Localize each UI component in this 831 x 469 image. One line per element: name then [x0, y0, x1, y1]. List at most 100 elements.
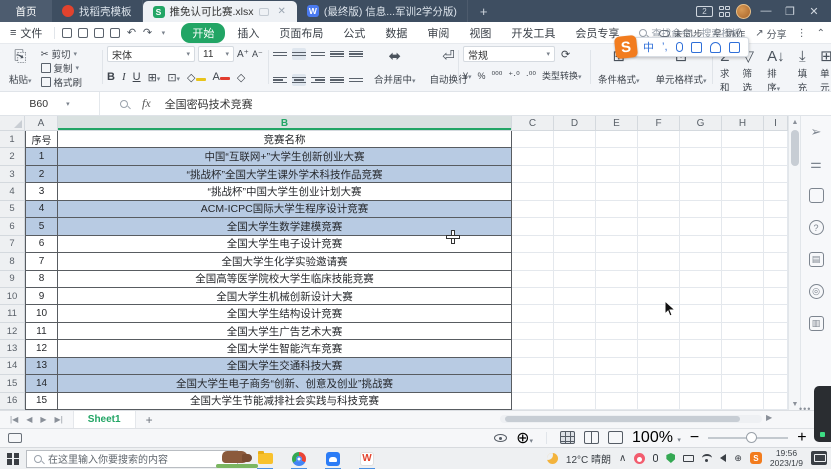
cell-D1[interactable] — [554, 131, 596, 148]
row-header-2[interactable]: 2 — [0, 148, 25, 165]
cell-H8[interactable] — [722, 253, 764, 270]
cell-G13[interactable] — [680, 340, 722, 357]
close-button[interactable]: ✕ — [805, 3, 823, 19]
word-document-tab[interactable]: W (最终版) 信息...军训2学分版) — [297, 0, 468, 22]
row-header-3[interactable]: 3 — [0, 166, 25, 183]
cell-B6[interactable]: 全国大学生数学建模竞赛 — [58, 218, 512, 235]
cell-F13[interactable] — [638, 340, 680, 357]
cell-B15[interactable]: 全国大学生电子商务“创新、创意及创业”挑战赛 — [58, 375, 512, 392]
percent-button[interactable]: % — [478, 71, 486, 81]
tab-view[interactable]: 视图 — [461, 23, 499, 43]
row-header-12[interactable]: 12 — [0, 323, 25, 340]
cell-I5[interactable] — [764, 201, 788, 218]
orientation-icon[interactable] — [349, 74, 363, 86]
merge-center-button[interactable]: ⬌ 合并居中▾ — [371, 46, 419, 88]
row-header-8[interactable]: 8 — [0, 253, 25, 270]
cell-D2[interactable] — [554, 148, 596, 165]
cell-C2[interactable] — [512, 148, 554, 165]
baidu-netdisk-icon[interactable] — [322, 448, 344, 469]
cell-C8[interactable] — [512, 253, 554, 270]
cell-C7[interactable] — [512, 236, 554, 253]
wifi-icon[interactable] — [702, 454, 712, 462]
docer-template-tab[interactable]: 找稻壳模板 — [52, 0, 143, 22]
align-top-icon[interactable] — [273, 48, 287, 60]
type-convert-button[interactable]: 类型转换▾ — [542, 69, 582, 82]
draw-border-button[interactable]: ⊡▾ — [167, 71, 180, 84]
help-icon[interactable]: ? — [809, 220, 824, 235]
cell-C3[interactable] — [512, 166, 554, 183]
cell-C12[interactable] — [512, 323, 554, 340]
ime-skin-icon[interactable] — [710, 42, 721, 53]
cell-E3[interactable] — [596, 166, 638, 183]
ime-mic-icon[interactable] — [676, 42, 683, 52]
cell-G10[interactable] — [680, 288, 722, 305]
cell-G8[interactable] — [680, 253, 722, 270]
row-header-5[interactable]: 5 — [0, 201, 25, 218]
export-icon[interactable] — [75, 26, 91, 40]
row-header-4[interactable]: 4 — [0, 183, 25, 200]
tab-data[interactable]: 数据 — [377, 23, 415, 43]
cell-A2[interactable]: 1 — [25, 148, 58, 165]
add-sheet-button[interactable]: + — [136, 413, 163, 427]
cell-G11[interactable] — [680, 305, 722, 322]
cell-H10[interactable] — [722, 288, 764, 305]
cell-E14[interactable] — [596, 358, 638, 375]
tab-insert[interactable]: 插入 — [229, 23, 267, 43]
search-highlight-animal[interactable] — [216, 448, 258, 468]
collapse-ribbon-icon[interactable]: ⌃ — [817, 28, 825, 39]
taskbar-search-input[interactable]: 在这里输入你要搜索的内容 — [26, 450, 238, 468]
recorder-icon[interactable]: ⊕▾ — [516, 428, 533, 448]
font-increase-icon[interactable]: A⁺ — [237, 49, 249, 60]
type-convert-icon[interactable]: ⟳ — [561, 48, 570, 61]
column-header-I[interactable]: I — [764, 116, 788, 130]
cell-C9[interactable] — [512, 271, 554, 288]
chrome-icon[interactable] — [288, 448, 310, 469]
cell-B16[interactable]: 全国大学生节能减排社会实践与科技竞赛 — [58, 393, 512, 410]
chart-assistant-icon[interactable]: ▤ — [809, 252, 824, 267]
cell-B13[interactable]: 全国大学生智能汽车竞赛 — [58, 340, 512, 357]
cell-B7[interactable]: 全国大学生电子设计竞赛 — [58, 236, 512, 253]
zoom-slider-knob[interactable] — [746, 432, 757, 443]
indent-increase-icon[interactable] — [349, 48, 363, 60]
cell-B10[interactable]: 全国大学生机械创新设计大赛 — [58, 288, 512, 305]
print-icon[interactable] — [91, 26, 107, 40]
apps-grid-icon[interactable] — [719, 6, 730, 17]
fill-color-button[interactable]: ◇ — [187, 71, 205, 84]
cell-A1[interactable]: 序号 — [25, 131, 58, 148]
cell-D15[interactable] — [554, 375, 596, 392]
zoom-in-icon[interactable]: + — [797, 429, 806, 447]
navigation-icon[interactable]: ◎ — [809, 284, 824, 299]
cell-E5[interactable] — [596, 201, 638, 218]
cell-D14[interactable] — [554, 358, 596, 375]
cell-A10[interactable]: 9 — [25, 288, 58, 305]
row-header-7[interactable]: 7 — [0, 236, 25, 253]
cell-F15[interactable] — [638, 375, 680, 392]
cell-I1[interactable] — [764, 131, 788, 148]
ime-keyboard-icon[interactable] — [691, 42, 702, 53]
vertical-scroll-thumb[interactable] — [791, 130, 799, 166]
font-decrease-icon[interactable]: A⁻ — [252, 49, 263, 60]
mic-tray-icon[interactable] — [653, 454, 658, 462]
cell-I16[interactable] — [764, 393, 788, 410]
column-header-C[interactable]: C — [512, 116, 554, 130]
more-icon[interactable]: ••• — [799, 404, 811, 414]
cell-A4[interactable]: 3 — [25, 183, 58, 200]
cell-A7[interactable]: 6 — [25, 236, 58, 253]
notification-center-icon[interactable] — [811, 451, 827, 465]
tray-expand-icon[interactable]: ∧ — [619, 453, 626, 464]
cell-G14[interactable] — [680, 358, 722, 375]
wps-office-icon[interactable]: W — [356, 448, 378, 469]
horizontal-scroll-thumb[interactable] — [505, 416, 740, 422]
cell-D7[interactable] — [554, 236, 596, 253]
cell-A13[interactable]: 12 — [25, 340, 58, 357]
cell-H1[interactable] — [722, 131, 764, 148]
ime-punctuation-icon[interactable]: ’, — [662, 41, 668, 53]
cell-F9[interactable] — [638, 271, 680, 288]
screen-cast-icon[interactable] — [8, 433, 22, 443]
column-header-G[interactable]: G — [680, 116, 722, 130]
cell-G16[interactable] — [680, 393, 722, 410]
cell-C15[interactable] — [512, 375, 554, 392]
column-header-D[interactable]: D — [554, 116, 596, 130]
cell-I4[interactable] — [764, 183, 788, 200]
sogou-tray-icon[interactable]: S — [750, 452, 762, 464]
